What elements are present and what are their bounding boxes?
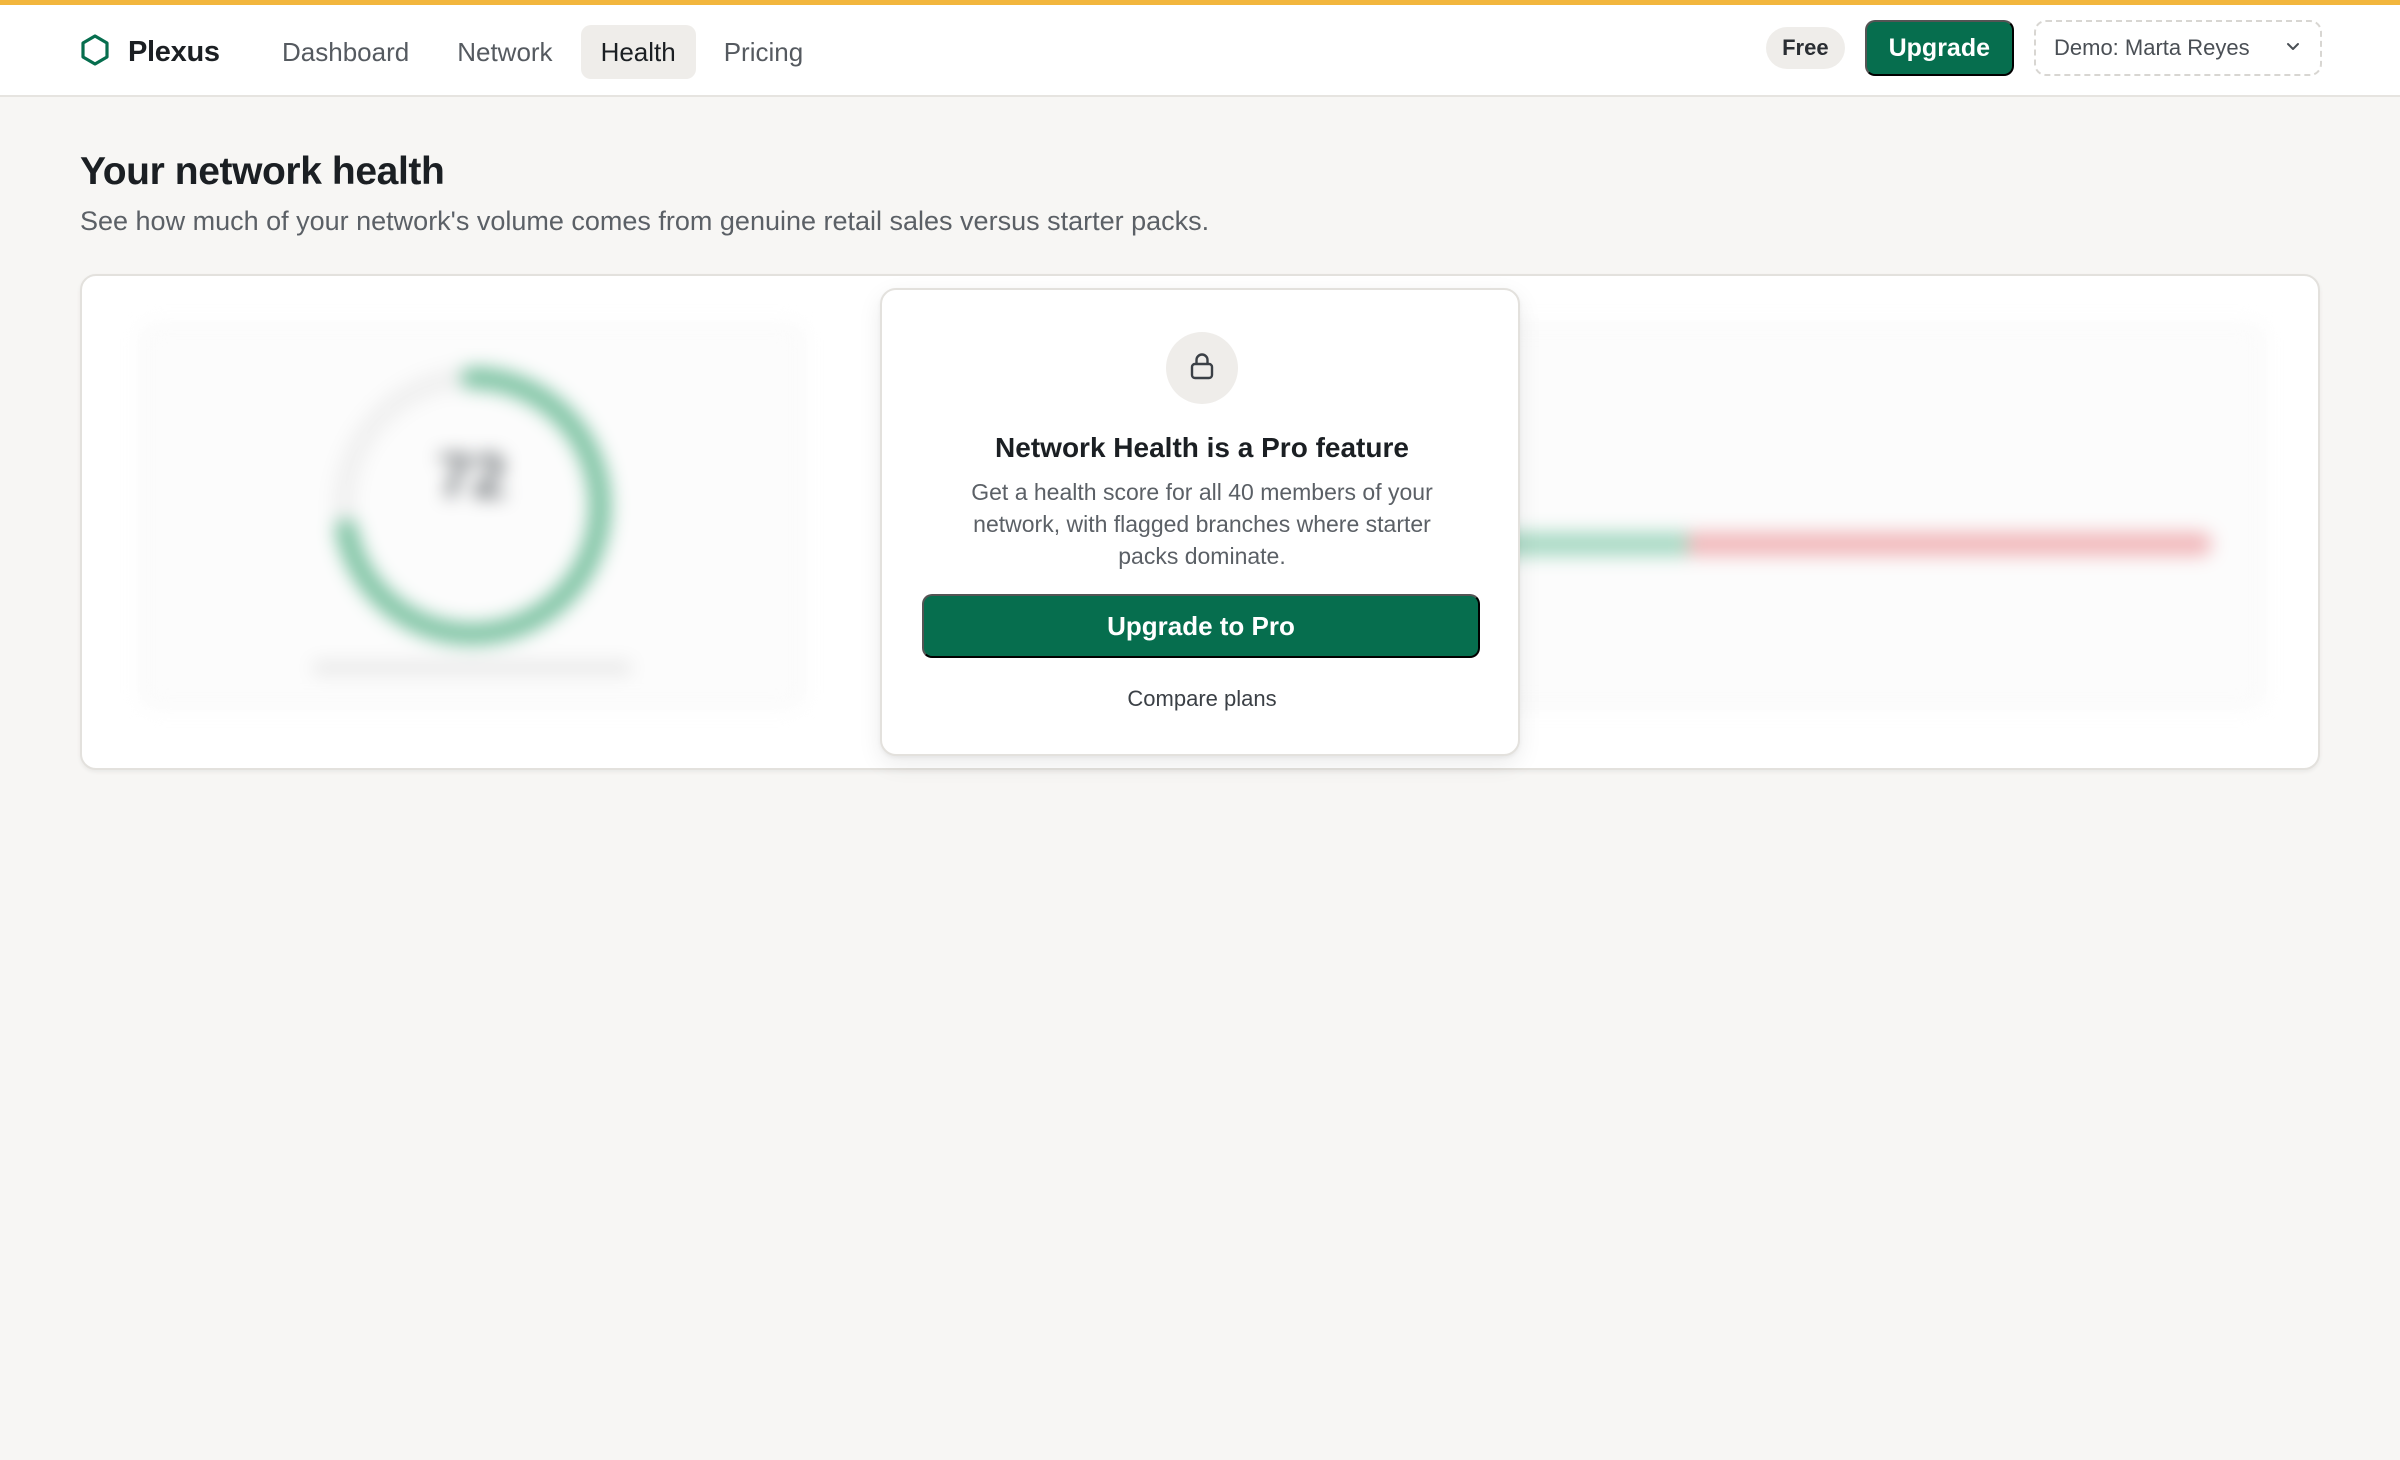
compare-plans-link[interactable]: Compare plans	[882, 686, 1522, 712]
page-title: Your network health	[80, 150, 445, 193]
hexagon-icon	[78, 33, 112, 72]
health-score-label	[392, 521, 552, 547]
plan-badge: Free	[1766, 27, 1845, 69]
top-navbar: Plexus Dashboard Network Health Pricing …	[0, 5, 2400, 97]
nav-item-pricing[interactable]: Pricing	[704, 25, 823, 79]
demo-user-select[interactable]: Demo: Marta Reyes	[2034, 20, 2322, 76]
demo-user-label: Demo: Marta Reyes	[2054, 35, 2250, 60]
nav-item-dashboard[interactable]: Dashboard	[262, 25, 429, 79]
paywall-title: Network Health is a Pro feature	[995, 432, 1409, 463]
lock-icon-badge	[1166, 332, 1238, 404]
starter-volume-segment	[1687, 532, 2212, 556]
pro-paywall-card: Network Health is a Pro feature Get a he…	[880, 288, 1520, 756]
blurred-caption	[312, 661, 632, 675]
page-subtitle: See how much of your network's volume co…	[80, 206, 1210, 236]
chevron-down-icon	[2284, 35, 2302, 61]
upgrade-button[interactable]: Upgrade	[1864, 20, 2014, 76]
brand-name: Plexus	[128, 35, 220, 68]
nav-item-health[interactable]: Health	[580, 25, 696, 79]
health-score-value: 72	[437, 442, 507, 511]
main-nav: Dashboard Network Health Pricing	[262, 25, 823, 79]
header-actions: Free Upgrade Demo: Marta Reyes	[1766, 20, 2322, 76]
upgrade-to-pro-button[interactable]: Upgrade to Pro	[922, 594, 1480, 658]
nav-item-network[interactable]: Network	[437, 25, 572, 79]
lock-icon	[1186, 350, 1218, 387]
brand[interactable]: Plexus	[78, 31, 220, 73]
paywall-description: Get a health score for all 40 members of…	[971, 479, 1433, 569]
